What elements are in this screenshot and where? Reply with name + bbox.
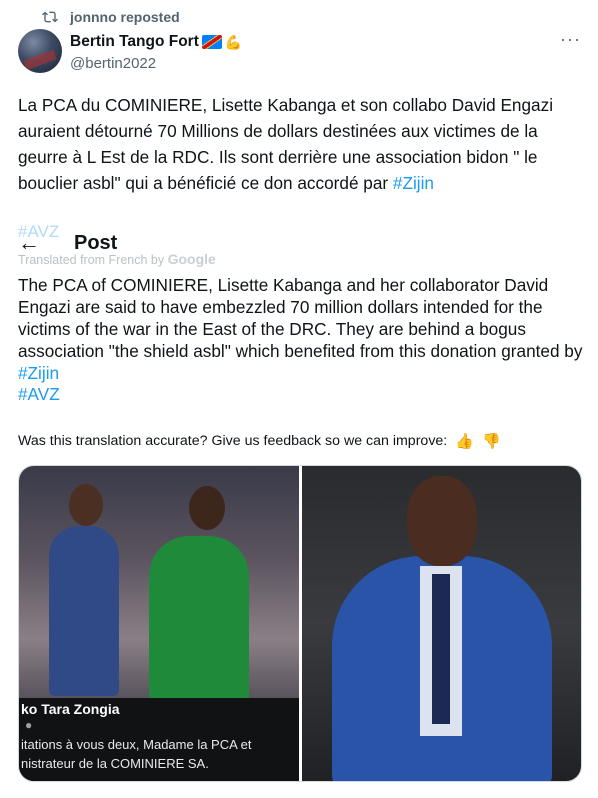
hashtag-avz[interactable]: #AVZ xyxy=(18,384,60,405)
photo-couple[interactable]: ko Tara Zongia ● itations à vous deux, M… xyxy=(19,466,299,781)
man-head xyxy=(69,484,103,526)
drc-flag-icon xyxy=(201,35,222,49)
more-options-button[interactable]: ··· xyxy=(560,29,581,50)
man-figure xyxy=(49,526,119,696)
thumbs-down-icon[interactable]: 👎 xyxy=(482,432,501,450)
translation-feedback: Was this translation accurate? Give us f… xyxy=(18,432,501,450)
translation-body: The PCA of COMINIERE, Lisette Kabanga an… xyxy=(18,275,583,361)
repost-text: jonnno reposted xyxy=(70,9,180,25)
google-logo: Google xyxy=(167,251,216,267)
caption-line-2: nistrateur de la COMINIERE SA. xyxy=(21,756,209,771)
caption-line-1: itations à vous deux, Madame la PCA et xyxy=(21,737,252,752)
original-text: La PCA du COMINIERE, Lisette Kabanga et … xyxy=(18,92,583,196)
media-grid: ko Tara Zongia ● itations à vous deux, M… xyxy=(18,465,582,782)
translation-text: The PCA of COMINIERE, Lisette Kabanga an… xyxy=(18,274,586,384)
thumbs-up-icon[interactable]: 👍 xyxy=(455,432,474,450)
repost-icon xyxy=(42,11,58,23)
hashtag-zijin[interactable]: #Zijin xyxy=(18,363,59,383)
portrait-tie xyxy=(432,574,450,724)
woman-figure xyxy=(149,536,249,706)
photo-portrait[interactable] xyxy=(302,466,581,781)
woman-head xyxy=(189,486,225,530)
caption-name: ko Tara Zongia xyxy=(21,701,120,717)
repost-indicator[interactable]: jonnno reposted xyxy=(42,9,180,25)
hashtag-zijin-original[interactable]: #Zijin xyxy=(393,173,434,193)
author-handle[interactable]: @bertin2022 xyxy=(70,55,156,72)
feedback-question: Was this translation accurate? Give us f… xyxy=(18,433,448,449)
portrait-head xyxy=(407,476,477,566)
original-body: La PCA du COMINIERE, Lisette Kabanga et … xyxy=(18,95,554,193)
flexed-biceps-icon: 💪 xyxy=(224,33,243,50)
author-name[interactable]: Bertin Tango Fort xyxy=(70,33,199,51)
translated-prefix: Translated from French by xyxy=(18,253,168,267)
translated-note: Translated from French by Google xyxy=(18,251,216,267)
avatar[interactable] xyxy=(18,29,62,73)
author-name-row[interactable]: Bertin Tango Fort 💪 xyxy=(70,33,242,51)
globe-icon: ● xyxy=(25,718,33,732)
